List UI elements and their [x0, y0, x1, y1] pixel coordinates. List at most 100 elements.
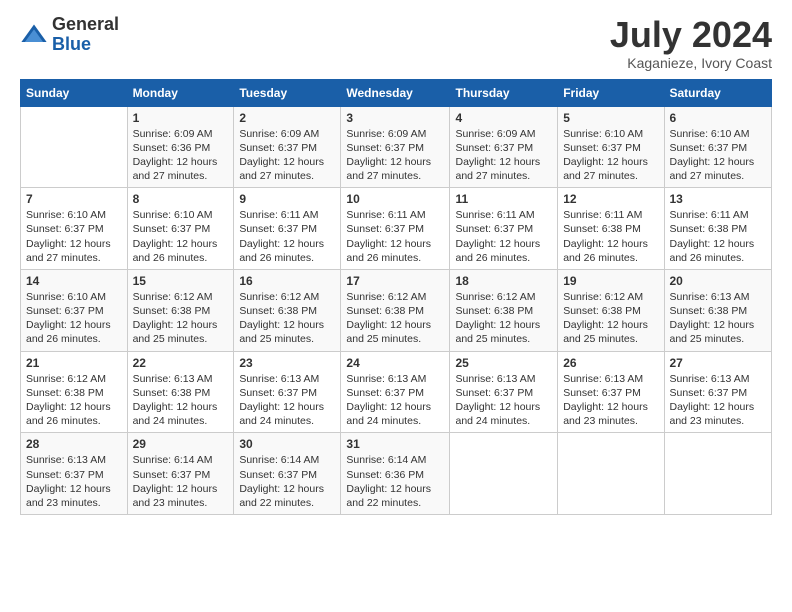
- day-number: 17: [346, 274, 444, 288]
- day-info: Sunrise: 6:09 AMSunset: 6:36 PMDaylight:…: [133, 127, 229, 184]
- logo: General Blue: [20, 15, 119, 55]
- table-row: 25Sunrise: 6:13 AMSunset: 6:37 PMDayligh…: [450, 351, 558, 433]
- day-info: Sunrise: 6:10 AMSunset: 6:37 PMDaylight:…: [26, 208, 122, 265]
- day-number: 5: [563, 111, 658, 125]
- day-info: Sunrise: 6:10 AMSunset: 6:37 PMDaylight:…: [670, 127, 767, 184]
- day-info: Sunrise: 6:13 AMSunset: 6:37 PMDaylight:…: [239, 372, 335, 429]
- table-row: 27Sunrise: 6:13 AMSunset: 6:37 PMDayligh…: [664, 351, 772, 433]
- day-info: Sunrise: 6:12 AMSunset: 6:38 PMDaylight:…: [346, 290, 444, 347]
- table-row: 8 Sunrise: 6:10 AMSunset: 6:37 PMDaylight…: [127, 188, 234, 270]
- day-number: 26: [563, 356, 658, 370]
- table-row: 28 Sunrise: 6:13 AMSunset: 6:37 PMDayligh…: [21, 433, 128, 515]
- day-info: Sunrise: 6:13 AMSunset: 6:37 PMDaylight:…: [563, 372, 658, 429]
- table-row: [450, 433, 558, 515]
- day-info: Sunrise: 6:13 AMSunset: 6:37 PMDaylight:…: [670, 372, 767, 429]
- calendar-table: Sunday Monday Tuesday Wednesday Thursday…: [20, 79, 772, 515]
- logo-text: General Blue: [52, 15, 119, 55]
- table-row: [558, 433, 664, 515]
- header-sunday: Sunday: [21, 79, 128, 106]
- day-number: 15: [133, 274, 229, 288]
- day-info: Sunrise: 6:09 AMSunset: 6:37 PMDaylight:…: [239, 127, 335, 184]
- table-row: 14 Sunrise: 6:10 AMSunset: 6:37 PMDayligh…: [21, 269, 128, 351]
- day-number: 4: [455, 111, 552, 125]
- day-info: Sunrise: 6:11 AMSunset: 6:38 PMDaylight:…: [670, 208, 767, 265]
- day-number: 2: [239, 111, 335, 125]
- day-info: Sunrise: 6:12 AMSunset: 6:38 PMDaylight:…: [26, 372, 122, 429]
- day-number: 25: [455, 356, 552, 370]
- table-row: 3Sunrise: 6:09 AMSunset: 6:37 PMDaylight…: [341, 106, 450, 188]
- table-row: 19 Sunrise: 6:12 AMSunset: 6:38 PMDayligh…: [558, 269, 664, 351]
- table-row: [21, 106, 128, 188]
- day-number: 16: [239, 274, 335, 288]
- subtitle: Kaganieze, Ivory Coast: [610, 55, 772, 71]
- table-row: 6 Sunrise: 6:10 AMSunset: 6:37 PMDaylight…: [664, 106, 772, 188]
- table-row: 10Sunrise: 6:11 AMSunset: 6:37 PMDayligh…: [341, 188, 450, 270]
- day-info: Sunrise: 6:10 AMSunset: 6:37 PMDaylight:…: [26, 290, 122, 347]
- day-info: Sunrise: 6:12 AMSunset: 6:38 PMDaylight:…: [563, 290, 658, 347]
- table-row: 5 Sunrise: 6:10 AMSunset: 6:37 PMDaylight…: [558, 106, 664, 188]
- table-row: 20Sunrise: 6:13 AMSunset: 6:38 PMDayligh…: [664, 269, 772, 351]
- header: General Blue July 2024 Kaganieze, Ivory …: [20, 15, 772, 71]
- day-info: Sunrise: 6:13 AMSunset: 6:37 PMDaylight:…: [346, 372, 444, 429]
- header-tuesday: Tuesday: [234, 79, 341, 106]
- day-info: Sunrise: 6:14 AMSunset: 6:37 PMDaylight:…: [133, 453, 229, 510]
- day-info: Sunrise: 6:12 AMSunset: 6:38 PMDaylight:…: [455, 290, 552, 347]
- logo-blue: Blue: [52, 35, 119, 55]
- table-row: 31Sunrise: 6:14 AMSunset: 6:36 PMDayligh…: [341, 433, 450, 515]
- table-row: 11 Sunrise: 6:11 AMSunset: 6:37 PMDayligh…: [450, 188, 558, 270]
- table-row: 22Sunrise: 6:13 AMSunset: 6:38 PMDayligh…: [127, 351, 234, 433]
- table-row: 9 Sunrise: 6:11 AMSunset: 6:37 PMDaylight…: [234, 188, 341, 270]
- calendar-row: 14 Sunrise: 6:10 AMSunset: 6:37 PMDayligh…: [21, 269, 772, 351]
- day-number: 30: [239, 437, 335, 451]
- day-number: 14: [26, 274, 122, 288]
- day-number: 9: [239, 192, 335, 206]
- table-row: 7Sunrise: 6:10 AMSunset: 6:37 PMDaylight…: [21, 188, 128, 270]
- day-info: Sunrise: 6:13 AMSunset: 6:38 PMDaylight:…: [670, 290, 767, 347]
- day-info: Sunrise: 6:11 AMSunset: 6:37 PMDaylight:…: [239, 208, 335, 265]
- day-number: 11: [455, 192, 552, 206]
- table-row: 18Sunrise: 6:12 AMSunset: 6:38 PMDayligh…: [450, 269, 558, 351]
- table-row: 30 Sunrise: 6:14 AMSunset: 6:37 PMDayligh…: [234, 433, 341, 515]
- header-saturday: Saturday: [664, 79, 772, 106]
- header-wednesday: Wednesday: [341, 79, 450, 106]
- day-info: Sunrise: 6:11 AMSunset: 6:37 PMDaylight:…: [346, 208, 444, 265]
- day-info: Sunrise: 6:14 AMSunset: 6:37 PMDaylight:…: [239, 453, 335, 510]
- day-number: 31: [346, 437, 444, 451]
- day-number: 3: [346, 111, 444, 125]
- table-row: 21 Sunrise: 6:12 AMSunset: 6:38 PMDayligh…: [21, 351, 128, 433]
- day-info: Sunrise: 6:13 AMSunset: 6:38 PMDaylight:…: [133, 372, 229, 429]
- calendar-row: 7Sunrise: 6:10 AMSunset: 6:37 PMDaylight…: [21, 188, 772, 270]
- logo-general: General: [52, 15, 119, 35]
- day-number: 6: [670, 111, 767, 125]
- table-row: 4 Sunrise: 6:09 AMSunset: 6:37 PMDaylight…: [450, 106, 558, 188]
- table-row: 24 Sunrise: 6:13 AMSunset: 6:37 PMDayligh…: [341, 351, 450, 433]
- day-number: 23: [239, 356, 335, 370]
- table-row: 15 Sunrise: 6:12 AMSunset: 6:38 PMDayligh…: [127, 269, 234, 351]
- table-row: 17 Sunrise: 6:12 AMSunset: 6:38 PMDayligh…: [341, 269, 450, 351]
- day-info: Sunrise: 6:12 AMSunset: 6:38 PMDaylight:…: [133, 290, 229, 347]
- day-info: Sunrise: 6:10 AMSunset: 6:37 PMDaylight:…: [563, 127, 658, 184]
- day-number: 13: [670, 192, 767, 206]
- day-number: 1: [133, 111, 229, 125]
- table-row: 13 Sunrise: 6:11 AMSunset: 6:38 PMDayligh…: [664, 188, 772, 270]
- header-thursday: Thursday: [450, 79, 558, 106]
- day-number: 21: [26, 356, 122, 370]
- day-number: 24: [346, 356, 444, 370]
- logo-icon: [20, 21, 48, 49]
- table-row: 12 Sunrise: 6:11 AMSunset: 6:38 PMDayligh…: [558, 188, 664, 270]
- day-number: 8: [133, 192, 229, 206]
- day-number: 19: [563, 274, 658, 288]
- day-info: Sunrise: 6:11 AMSunset: 6:38 PMDaylight:…: [563, 208, 658, 265]
- page: General Blue July 2024 Kaganieze, Ivory …: [0, 0, 792, 612]
- table-row: 16Sunrise: 6:12 AMSunset: 6:38 PMDayligh…: [234, 269, 341, 351]
- day-info: Sunrise: 6:09 AMSunset: 6:37 PMDaylight:…: [455, 127, 552, 184]
- day-info: Sunrise: 6:10 AMSunset: 6:37 PMDaylight:…: [133, 208, 229, 265]
- header-friday: Friday: [558, 79, 664, 106]
- calendar-row: 21 Sunrise: 6:12 AMSunset: 6:38 PMDayligh…: [21, 351, 772, 433]
- calendar-row: 28 Sunrise: 6:13 AMSunset: 6:37 PMDayligh…: [21, 433, 772, 515]
- day-info: Sunrise: 6:13 AMSunset: 6:37 PMDaylight:…: [26, 453, 122, 510]
- table-row: 29Sunrise: 6:14 AMSunset: 6:37 PMDayligh…: [127, 433, 234, 515]
- day-info: Sunrise: 6:11 AMSunset: 6:37 PMDaylight:…: [455, 208, 552, 265]
- day-number: 12: [563, 192, 658, 206]
- day-number: 28: [26, 437, 122, 451]
